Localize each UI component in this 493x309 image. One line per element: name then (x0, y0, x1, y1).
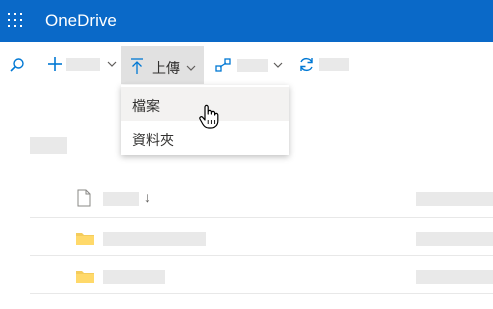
table-row[interactable] (30, 256, 493, 294)
list-header-row: ↓ (30, 180, 493, 218)
modified-column-header[interactable] (416, 192, 493, 206)
section-title (30, 137, 67, 154)
sync-icon (300, 57, 313, 72)
chevron-down-icon (107, 61, 117, 67)
upload-icon (131, 58, 143, 74)
folder-icon (76, 233, 94, 245)
item-modified (416, 270, 493, 284)
share-button[interactable] (215, 57, 283, 73)
hand-cursor-icon (199, 104, 219, 129)
name-column-header[interactable] (103, 192, 139, 206)
sort-arrow-icon[interactable]: ↓ (144, 189, 151, 205)
table-row[interactable] (30, 218, 493, 256)
sync-button-label (319, 58, 349, 71)
item-modified (416, 232, 493, 246)
item-name[interactable] (103, 270, 165, 284)
suite-header: OneDrive (0, 0, 493, 42)
new-button-label (66, 57, 100, 71)
app-title[interactable]: OneDrive (45, 11, 117, 31)
search-icon[interactable] (9, 57, 25, 73)
folder-icon (76, 271, 94, 283)
app-launcher-icon[interactable] (8, 13, 24, 29)
upload-button-label: 上傳 (152, 60, 180, 76)
add-icon (48, 57, 62, 71)
menu-item-label: 資料夾 (132, 132, 174, 148)
chevron-down-icon (273, 62, 283, 68)
chevron-down-icon (186, 65, 196, 71)
menu-item-label: 檔案 (132, 98, 160, 114)
document-icon (77, 189, 91, 207)
item-name[interactable] (103, 232, 206, 246)
sync-button[interactable] (298, 56, 349, 73)
new-button[interactable] (46, 55, 117, 73)
link-icon (215, 58, 231, 72)
share-button-label (237, 58, 268, 72)
